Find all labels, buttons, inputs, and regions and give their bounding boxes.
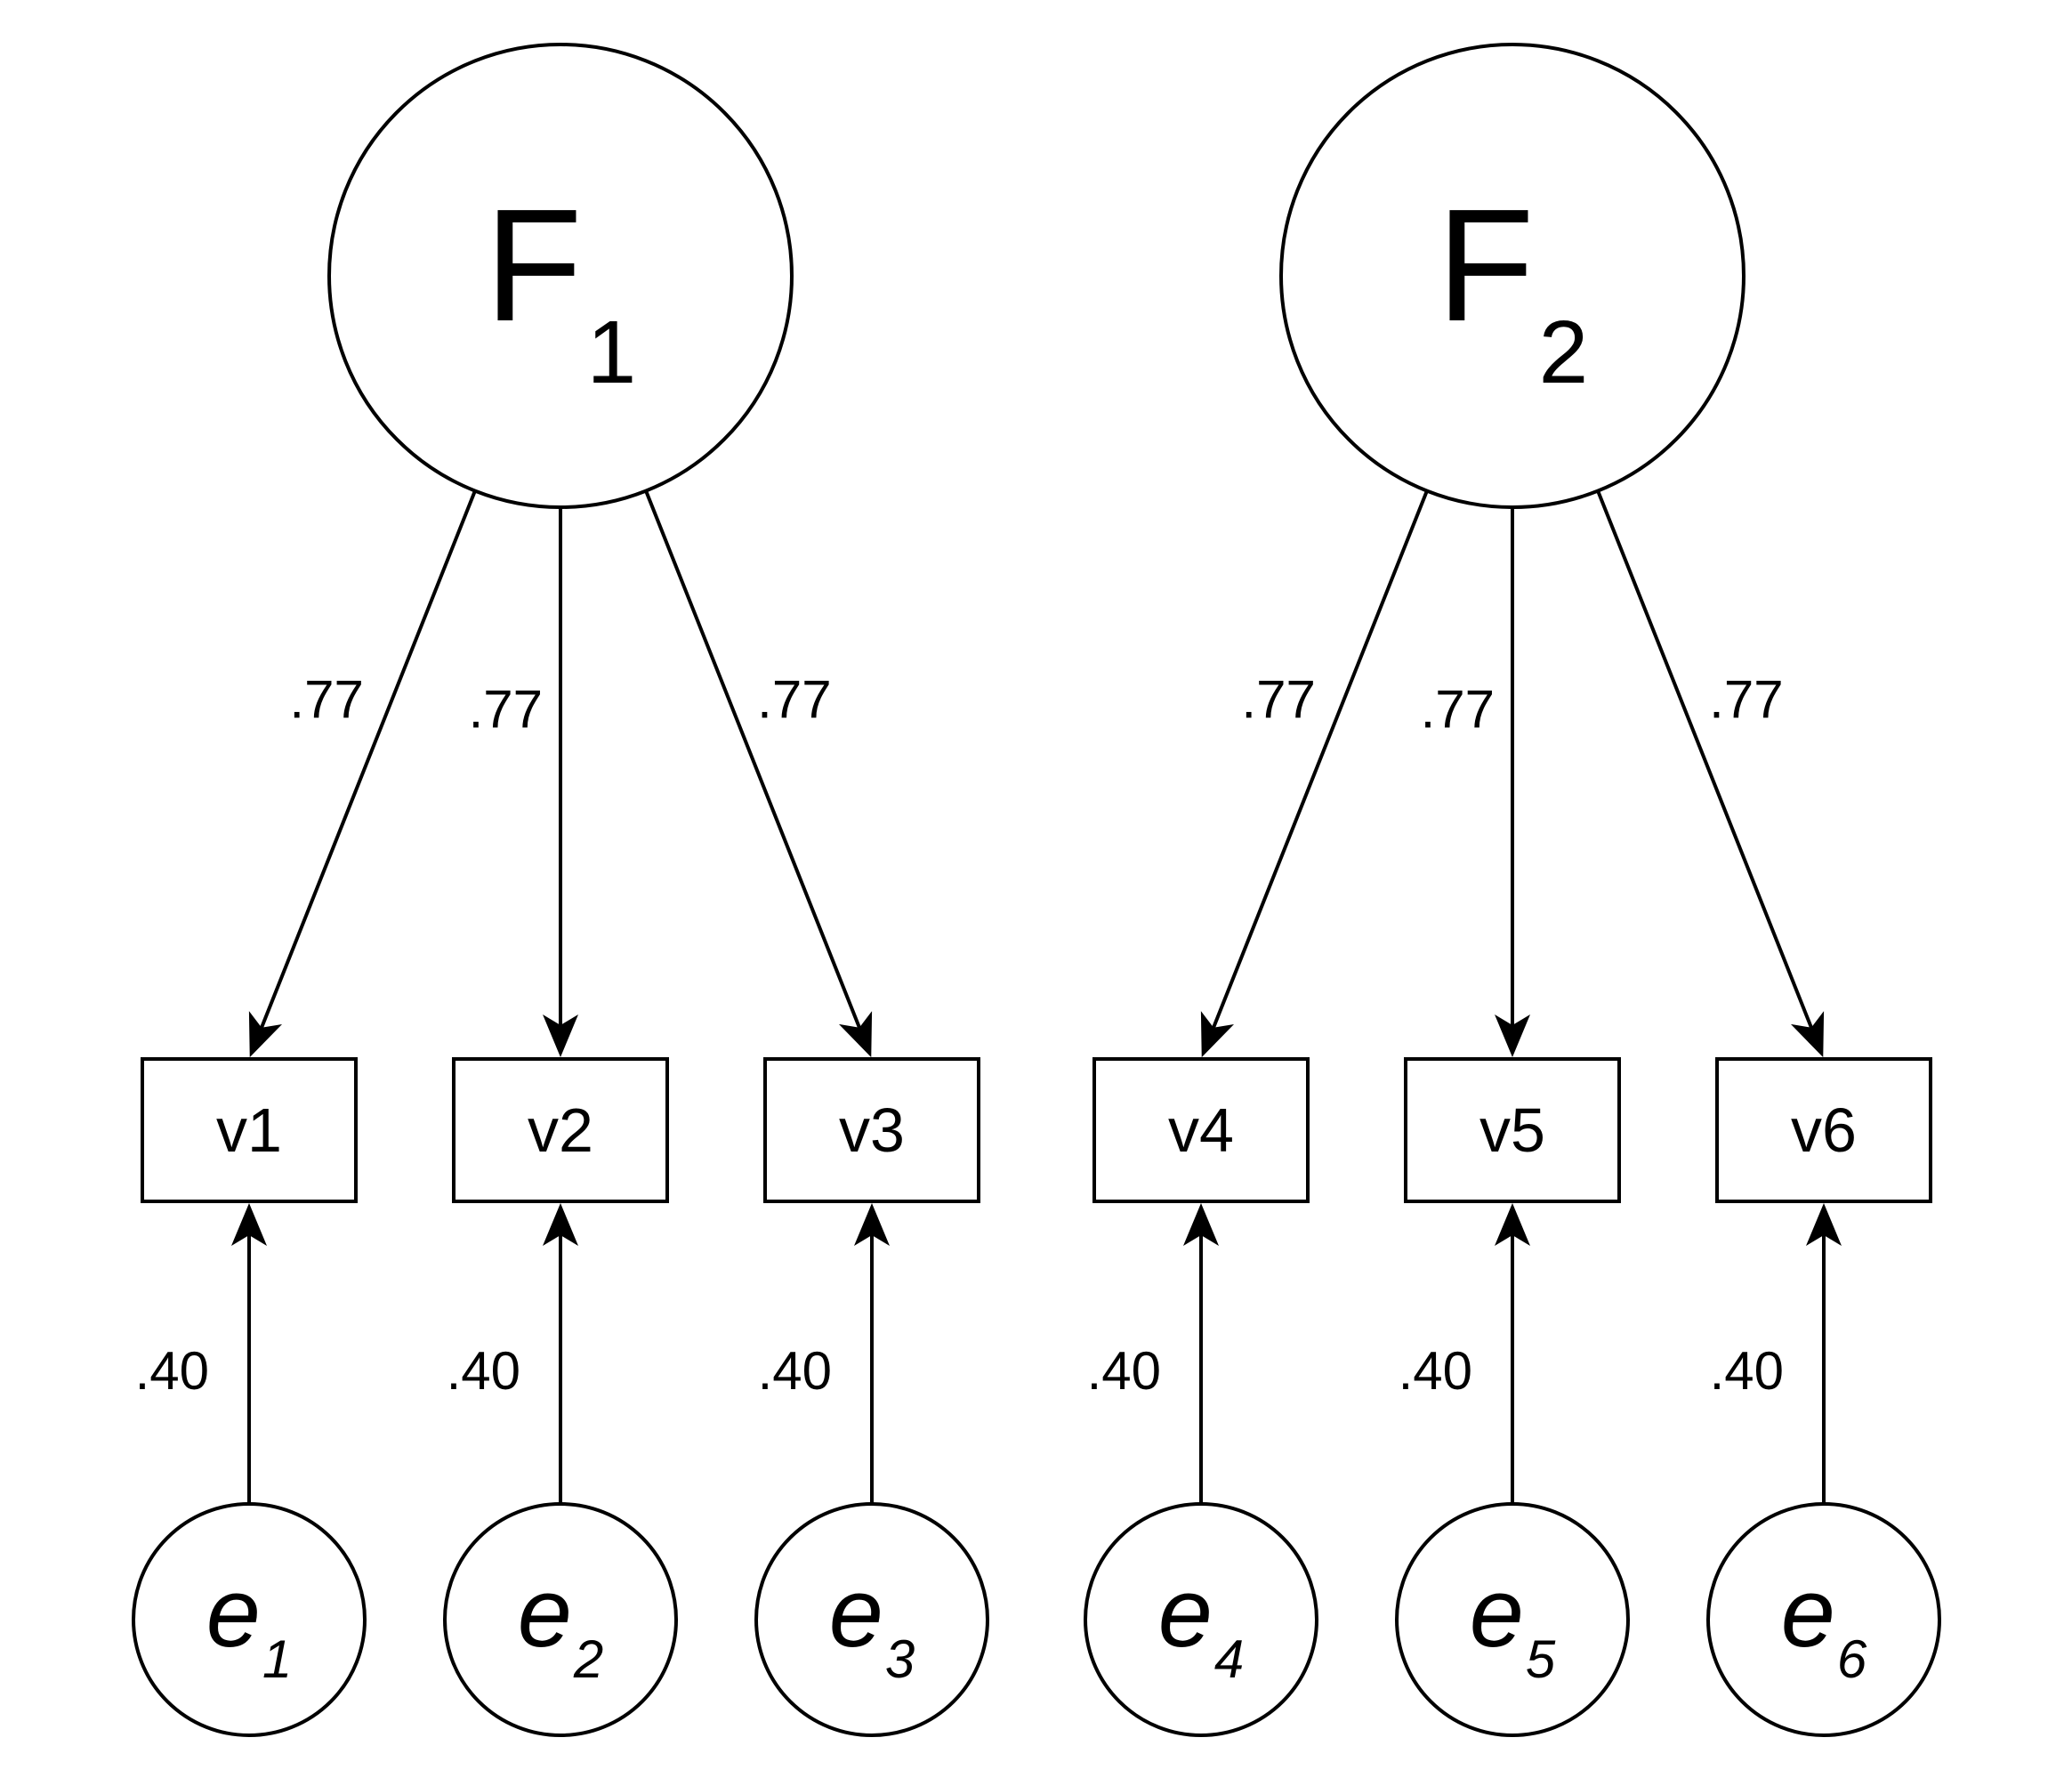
loading-arrow-F2-v6 [1598,491,1820,1051]
error-value-label-e4: .40 [1087,1341,1161,1401]
loading-label-F2-v5: .77 [1421,680,1495,740]
error-label-sub-e5: 5 [1526,1629,1556,1689]
error-value-label-e2: .40 [447,1341,520,1401]
error-value-label-e1: .40 [135,1341,209,1401]
error-label-main-e2: e [518,1558,572,1668]
error-label-main-e4: e [1158,1558,1213,1668]
error-label-main-e5: e [1470,1558,1524,1668]
error-label-sub-e2: 2 [573,1629,603,1689]
error-label-sub-e6: 6 [1837,1629,1867,1689]
loading-label-F1-v1: .77 [289,670,363,730]
factor-label-sub-F1: 1 [587,303,637,402]
error-label-sub-e3: 3 [885,1629,915,1689]
error-value-label-e5: .40 [1399,1341,1472,1401]
error-label-main-e6: e [1781,1558,1835,1668]
error-label-main-e1: e [206,1558,261,1668]
error-label-main-e3: e [829,1558,883,1668]
loading-label-F1-v2: .77 [469,680,543,740]
indicator-label-v3: v3 [839,1095,905,1165]
indicator-label-v2: v2 [528,1095,593,1165]
indicator-label-v6: v6 [1791,1095,1857,1165]
sem-path-diagram: .77.77.77.77.77.77.40.40.40.40.40.40F1F2… [0,0,2072,1770]
factor-label-main-F1: F [485,176,583,355]
error-value-label-e3: .40 [758,1341,832,1401]
loading-arrow-F1-v1 [253,491,475,1051]
error-value-label-e6: .40 [1710,1341,1784,1401]
factor-label-sub-F2: 2 [1539,303,1589,402]
indicator-label-v4: v4 [1168,1095,1234,1165]
factor-label-main-F2: F [1437,176,1535,355]
loading-label-F2-v4: .77 [1241,670,1315,730]
loading-label-F2-v6: .77 [1709,670,1783,730]
loading-label-F1-v3: .77 [757,670,831,730]
error-label-sub-e4: 4 [1214,1629,1244,1689]
loading-arrow-F1-v3 [646,491,868,1051]
indicator-label-v1: v1 [216,1095,282,1165]
loading-arrow-F2-v4 [1205,491,1427,1051]
indicator-label-v5: v5 [1479,1095,1545,1165]
error-label-sub-e1: 1 [262,1629,292,1689]
